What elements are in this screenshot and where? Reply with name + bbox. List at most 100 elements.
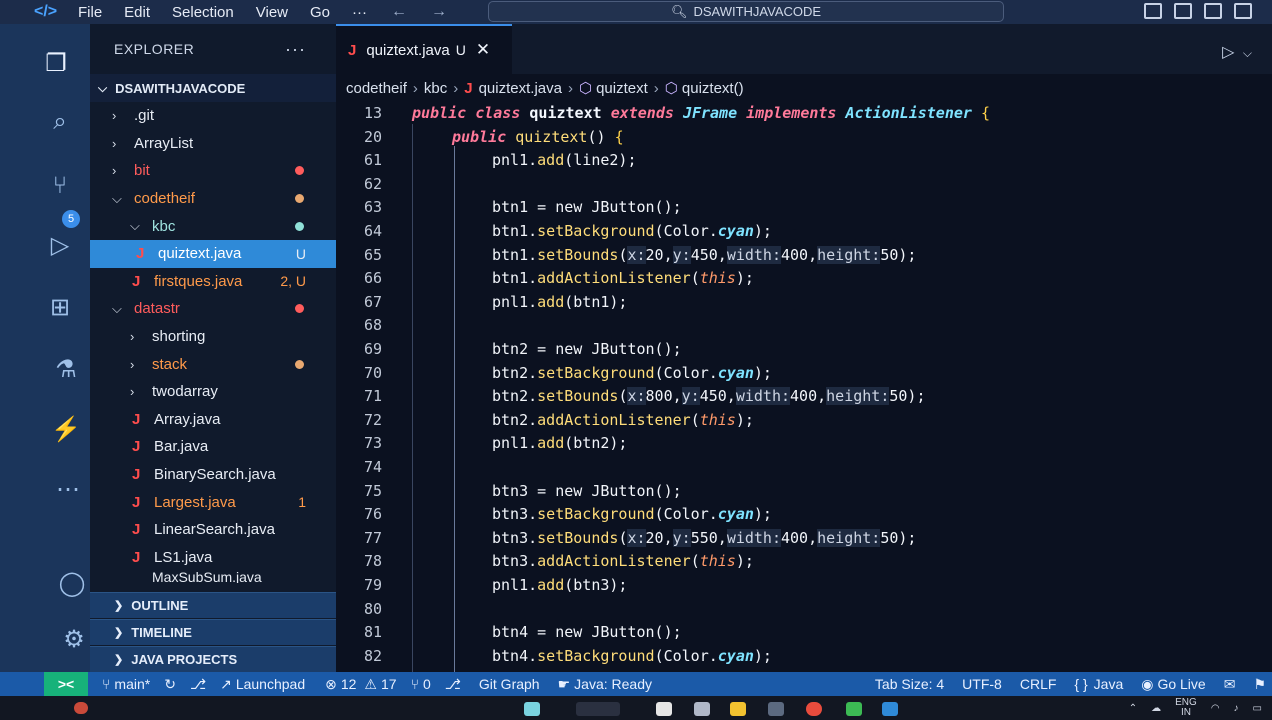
breadcrumb-file[interactable]: quiztext.java (479, 80, 562, 97)
toggle-sidebar-icon[interactable] (1144, 3, 1162, 19)
go-live[interactable]: Go Live (1157, 676, 1205, 692)
menu-selection[interactable]: Selection (172, 4, 234, 21)
code-line[interactable]: 74 (336, 458, 1272, 480)
ports-count[interactable]: 0 (423, 676, 431, 692)
code-line[interactable]: 69 btn2 = new JButton(); (336, 340, 1272, 362)
java-status[interactable]: Java: Ready (574, 676, 652, 692)
taskbar-search-icon[interactable] (576, 702, 620, 716)
weather-icon[interactable] (74, 702, 88, 714)
code-editor[interactable]: 13 public class quiztext extends JFrame i… (336, 102, 1272, 672)
run-icon[interactable]: ▷ (1222, 44, 1234, 61)
tree-item-partial[interactable]: MaxSubSum.java (90, 571, 336, 583)
tab-size[interactable]: Tab Size: 4 (875, 676, 944, 692)
git-compare-icon[interactable]: ⎇ (190, 676, 206, 693)
chrome-icon[interactable] (806, 702, 822, 716)
task-view-icon[interactable] (656, 702, 672, 716)
wifi-icon[interactable]: ◠ (1211, 703, 1220, 714)
git-graph[interactable]: Git Graph (479, 676, 540, 692)
extensions-icon[interactable]: ⊞ (44, 292, 76, 324)
tree-folder[interactable]: › ArrayList (90, 130, 336, 158)
more-views-icon[interactable]: ⋯ (52, 474, 84, 506)
language-indicator[interactable]: ENG IN (1175, 698, 1197, 718)
onedrive-icon[interactable]: ☁ (1151, 703, 1161, 714)
workspace-root[interactable]: ⌵ DSAWITHJAVACODE (90, 74, 336, 102)
breadcrumb-method[interactable]: quiztext() (682, 80, 744, 97)
code-line[interactable]: 75 btn3 = new JButton(); (336, 482, 1272, 504)
breadcrumb-class[interactable]: quiztext (596, 80, 648, 97)
code-line[interactable]: 81 btn4 = new JButton(); (336, 623, 1272, 645)
tree-file[interactable]: J Largest.java 1 (90, 488, 336, 516)
command-center-search[interactable]: 🔍︎ DSAWITHJAVACODE (488, 1, 1004, 22)
menu-go[interactable]: Go (310, 4, 330, 21)
warning-count[interactable]: 17 (381, 676, 397, 692)
battery-icon[interactable]: ▭ (1253, 703, 1262, 714)
code-line[interactable]: 72 btn2.addActionListener(this); (336, 411, 1272, 433)
tree-file[interactable]: J Bar.java (90, 433, 336, 461)
menu-edit[interactable]: Edit (124, 4, 150, 21)
tree-folder[interactable]: › shorting (90, 323, 336, 351)
code-line[interactable]: 78 btn3.addActionListener(this); (336, 552, 1272, 574)
tree-file[interactable]: Jfirstques.java 2, U (90, 268, 336, 296)
store-icon[interactable] (768, 702, 784, 716)
code-line[interactable]: 82 btn4.setBackground(Color.cyan); (336, 647, 1272, 669)
code-line[interactable]: 63 btn1 = new JButton(); (336, 198, 1272, 220)
lightning-icon[interactable]: ⚡ (50, 414, 82, 446)
customize-layout-icon[interactable] (1234, 3, 1252, 19)
tree-folder[interactable]: ⌵ kbc (90, 212, 336, 240)
code-line[interactable]: 73 pnl1.add(btn2); (336, 434, 1272, 456)
tree-folder[interactable]: ⌵ datastr (90, 295, 336, 323)
code-line[interactable]: 79 pnl1.add(btn3); (336, 576, 1272, 598)
breadcrumb-folder[interactable]: kbc (424, 80, 447, 97)
code-line[interactable]: 71 btn2.setBounds(x:800,y:450,width:400,h… (336, 387, 1272, 409)
code-line[interactable]: 68 (336, 316, 1272, 338)
volume-icon[interactable]: ♪ (1234, 703, 1239, 714)
widgets-icon[interactable] (694, 702, 710, 716)
tree-folder[interactable]: › twodarray (90, 378, 336, 406)
search-icon[interactable]: ⌕ (44, 106, 76, 138)
tree-folder[interactable]: › bit (90, 157, 336, 185)
launchpad[interactable]: Launchpad (236, 676, 305, 692)
forward-arrow-icon[interactable]: → (431, 3, 447, 21)
code-line[interactable]: 76 btn3.setBackground(Color.cyan); (336, 505, 1272, 527)
code-line[interactable]: 13 public class quiztext extends JFrame i… (336, 104, 1272, 126)
menu-file[interactable]: File (78, 4, 102, 21)
tree-file[interactable]: J LS1.java (90, 544, 336, 572)
code-line[interactable]: 20 public quiztext() { (336, 128, 1272, 150)
whatsapp-icon[interactable] (846, 702, 862, 716)
code-line[interactable]: 70 btn2.setBackground(Color.cyan); (336, 364, 1272, 386)
vscode-taskbar-icon[interactable] (882, 702, 898, 716)
settings-gear-icon[interactable]: ⚙ (58, 624, 90, 656)
code-line[interactable]: 64 btn1.setBackground(Color.cyan); (336, 222, 1272, 244)
code-line[interactable]: 65 btn1.setBounds(x:20,y:450,width:400,he… (336, 245, 1272, 268)
feedback-icon[interactable]: ✉ (1224, 676, 1236, 693)
tab-close-icon[interactable]: ✕ (476, 40, 490, 60)
menu-view[interactable]: View (256, 4, 288, 21)
code-line[interactable]: 61 pnl1.add(line2); (336, 151, 1272, 173)
section-outline[interactable]: ❯ OUTLINE (90, 592, 336, 618)
code-line[interactable]: 66 btn1.addActionListener(this); (336, 269, 1272, 291)
tree-file[interactable]: J Array.java (90, 406, 336, 434)
breadcrumb-folder[interactable]: codetheif (346, 80, 407, 97)
run-debug-icon[interactable]: ▷ (44, 230, 76, 262)
explorer-icon[interactable]: ❐ (40, 48, 72, 80)
back-arrow-icon[interactable]: ← (391, 3, 407, 21)
file-explorer-icon[interactable] (730, 702, 746, 716)
start-icon[interactable] (524, 702, 540, 716)
sync-icon[interactable]: ↻ (164, 676, 176, 693)
language-mode[interactable]: Java (1094, 676, 1124, 692)
source-control-icon[interactable]: ⑂ (44, 170, 76, 202)
tray-chevron-up-icon[interactable]: ⌃ (1129, 703, 1137, 714)
encoding[interactable]: UTF-8 (962, 676, 1002, 692)
tree-file[interactable]: J LinearSearch.java (90, 516, 336, 544)
tree-folder[interactable]: › stack (90, 350, 336, 378)
section-timeline[interactable]: ❯ TIMELINE (90, 619, 336, 645)
tree-folder[interactable]: › .git (90, 102, 336, 130)
code-line[interactable]: 77 btn3.setBounds(x:20,y:550,width:400,he… (336, 528, 1272, 551)
tree-file[interactable]: J BinarySearch.java (90, 461, 336, 489)
git-branch[interactable]: main* (114, 676, 150, 692)
accounts-icon[interactable]: ◯ (56, 568, 88, 600)
toggle-panel-icon[interactable] (1174, 3, 1192, 19)
end-of-line[interactable]: CRLF (1020, 676, 1057, 692)
code-line[interactable]: 62 (336, 175, 1272, 197)
error-count[interactable]: 12 (341, 676, 357, 692)
